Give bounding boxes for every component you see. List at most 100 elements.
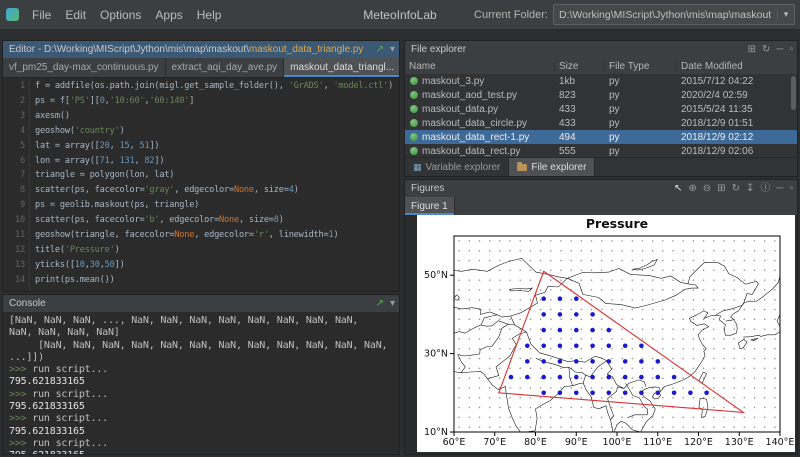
file-explorer-title: File explorer (411, 44, 466, 55)
console-panel: Console ↗▾ [NaN, NaN, NaN, ..., NaN, NaN… (2, 294, 400, 455)
console-line: ...]]) (9, 352, 393, 364)
file-size-cell: 433 (555, 104, 605, 115)
figures-panel-header: Figures ↖ ⊕ ⊖ ⊞ ↻ ↧ ⓘ ─ ▫ (405, 180, 797, 197)
tab-variable-explorer[interactable]: ▦Variable explorer (405, 158, 509, 176)
console-line: >>> run script... (9, 364, 393, 376)
editor-panel-title: Editor - D:\Working\MIScript\Jython\mis\… (9, 44, 363, 55)
console-title: Console (9, 298, 46, 309)
editor-tab[interactable]: maskout_data_triangl...× (284, 58, 399, 77)
minimize-icon[interactable]: ─ (776, 45, 783, 55)
file-type-cell: py (605, 104, 677, 115)
editor-header-icons: ↗▾ (370, 45, 395, 55)
column-header[interactable]: Date Modified (677, 61, 797, 72)
file-row[interactable]: maskout_data_circle.py433py2018/12/9 01:… (405, 116, 797, 130)
folder-icon (517, 164, 527, 171)
menu-edit[interactable]: Edit (58, 8, 93, 22)
file-type-cell: py (605, 76, 677, 87)
console-line: NaN, NaN, NaN, NaN] (9, 327, 393, 339)
file-date-cell: 2018/12/9 02:06 (677, 146, 797, 157)
editor-tab[interactable]: extract_aqi_day_ave.py (166, 58, 285, 77)
float-icon[interactable]: ▫ (789, 184, 793, 194)
float-icon[interactable]: ▫ (789, 45, 793, 55)
minimize-icon[interactable]: ─ (776, 184, 783, 194)
column-header[interactable]: Size (555, 61, 605, 72)
code-editor[interactable]: 1234567891011121314 f = addfile(os.path.… (3, 77, 399, 291)
column-header[interactable]: File Type (605, 61, 677, 72)
info-icon[interactable]: ⓘ (760, 184, 770, 194)
menu-file[interactable]: File (25, 8, 58, 22)
console-line: >>> run script... (9, 389, 393, 401)
chevron-down-icon[interactable]: ▾ (777, 9, 794, 20)
current-folder-value[interactable]: D:\Working\MIScript\Jython\mis\map\masko… (554, 9, 777, 21)
menu-help[interactable]: Help (190, 8, 229, 22)
zoom-in-icon[interactable]: ⊕ (688, 184, 696, 194)
menu-apps[interactable]: Apps (148, 8, 189, 22)
file-row[interactable]: maskout_aod_test.py823py2020/2/4 02:59 (405, 88, 797, 102)
file-date-cell: 2018/12/9 01:51 (677, 118, 797, 129)
current-folder-label: Current Folder: (474, 9, 548, 21)
save-icon[interactable]: ↧ (746, 184, 754, 194)
editor-panel: Editor - D:\Working\MIScript\Jython\mis\… (2, 40, 400, 292)
tab-figure-1[interactable]: Figure 1 (405, 197, 455, 215)
editor-tab[interactable]: vf_pm25_day-max_continuous.py (3, 58, 166, 77)
file-type-cell: py (605, 146, 677, 157)
panel-menu-icon[interactable]: ▾ (390, 299, 395, 309)
file-list-scrollbar[interactable] (791, 76, 796, 110)
file-date-cell: 2018/12/9 02:12 (677, 132, 797, 143)
svg-text:30°N: 30°N (424, 349, 448, 360)
svg-text:110°E: 110°E (643, 437, 672, 448)
file-name-cell: maskout_aod_test.py (405, 90, 555, 101)
console-panel-header: Console ↗▾ (3, 295, 399, 312)
file-size-cell: 494 (555, 132, 605, 143)
file-size-cell: 1kb (555, 76, 605, 87)
console-header-icons: ↗▾ (370, 299, 395, 309)
editor-tab-bar: vf_pm25_day-max_continuous.py extract_aqi… (3, 58, 399, 78)
python-file-icon (410, 91, 418, 99)
file-row[interactable]: maskout_data.py433py2015/5/24 11:35 (405, 102, 797, 116)
figure-canvas[interactable]: Pressure60°E70°E80°E90°E100°E110°E120°E1… (417, 215, 795, 452)
current-folder-combobox[interactable]: D:\Working\MIScript\Jython\mis\map\masko… (553, 4, 795, 25)
file-size-cell: 555 (555, 146, 605, 157)
file-row[interactable]: maskout_3.py1kbpy2015/7/12 04:22 (405, 74, 797, 88)
console-output[interactable]: [NaN, NaN, NaN, ..., NaN, NaN, NaN, NaN,… (3, 312, 399, 454)
editor-tab-label: extract_aqi_day_ave.py (172, 62, 278, 73)
panel-menu-icon[interactable]: ▾ (390, 45, 395, 55)
figure-tab-bar: Figure 1 (405, 197, 797, 216)
console-line: 795.621833165 (9, 450, 393, 454)
file-explorer-panel: File explorer ⊞ ↻ ─ ▫ NameSizeFile TypeDate… (404, 40, 798, 177)
refresh-icon[interactable]: ↻ (762, 45, 770, 55)
app-logo-icon (6, 8, 19, 21)
tab-file-explorer[interactable]: File explorer (509, 158, 595, 176)
column-header[interactable]: Name (405, 61, 555, 72)
pan-icon[interactable]: ⊞ (717, 184, 725, 194)
figure-tab-label: Figure 1 (411, 201, 448, 212)
svg-text:80°E: 80°E (524, 437, 547, 448)
svg-text:120°E: 120°E (684, 437, 713, 448)
console-line: 795.621833165 (9, 401, 393, 413)
rotate-icon[interactable]: ↻ (732, 184, 740, 194)
menu-options[interactable]: Options (93, 8, 148, 22)
svg-text:90°E: 90°E (565, 437, 588, 448)
code-area[interactable]: f = addfile(os.path.join(migl.get_sample… (35, 79, 399, 288)
svg-text:10°N: 10°N (424, 427, 448, 438)
console-line: >>> run script... (9, 438, 393, 450)
file-date-cell: 2015/5/24 11:35 (677, 104, 797, 115)
float-window-icon[interactable]: ↗ (376, 45, 384, 55)
svg-text:100°E: 100°E (603, 437, 632, 448)
file-row[interactable]: maskout_data_rect-1.py494py2018/12/9 02:… (405, 130, 797, 144)
pointer-icon[interactable]: ↖ (674, 184, 682, 194)
figures-panel: Figures ↖⊕⊖⊞↻↧ⓘ─▫ Figure 1 Pressure60°E7… (404, 179, 798, 455)
zoom-out-icon[interactable]: ⊖ (703, 184, 711, 194)
file-date-cell: 2020/2/4 02:59 (677, 90, 797, 101)
file-table-body: maskout_3.py1kbpy2015/7/12 04:22maskout_… (405, 74, 797, 158)
figures-title: Figures (411, 183, 444, 194)
bottom-tab-label: File explorer (531, 162, 586, 173)
expand-icon[interactable]: ⊞ (748, 45, 756, 55)
file-explorer-header-icons: ⊞ ↻ ─ ▫ (742, 45, 793, 55)
explorer-bottom-tabs: ▦Variable explorer File explorer (405, 157, 797, 176)
file-type-cell: py (605, 118, 677, 129)
float-window-icon[interactable]: ↗ (376, 299, 384, 309)
file-row[interactable]: maskout_data_rect.py555py2018/12/9 02:06 (405, 144, 797, 158)
app-window: FileEditOptionsAppsHelp MeteoInfoLab Cur… (0, 0, 800, 457)
editor-title-filename: maskout_data_triangle.py (249, 44, 364, 55)
